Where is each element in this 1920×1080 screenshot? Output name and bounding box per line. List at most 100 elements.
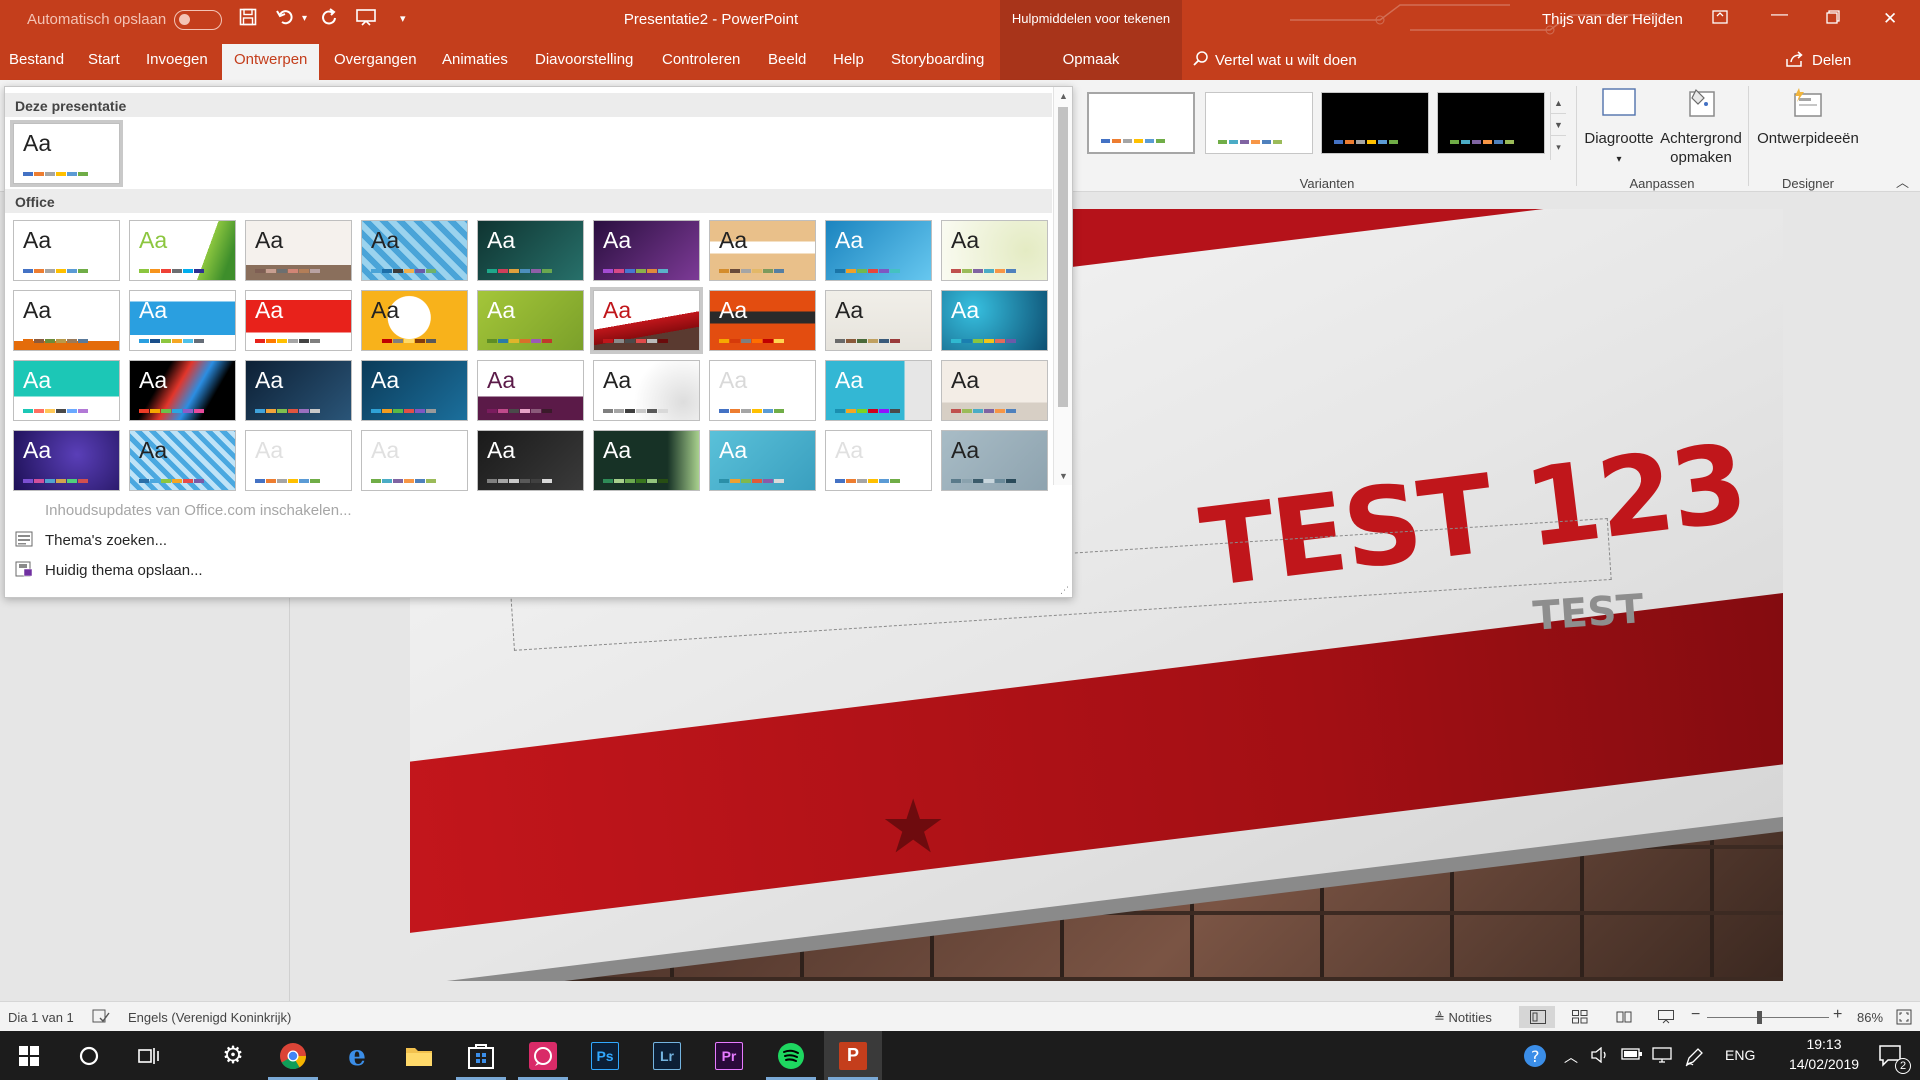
task-view-button[interactable] (120, 1031, 178, 1080)
zoom-level[interactable]: 86% (1857, 1010, 1883, 1025)
variants-gallery-scroll[interactable]: ▲ ▼ ▾ (1550, 92, 1566, 160)
slideshow-view-icon[interactable] (1658, 1010, 1674, 1024)
close-icon[interactable]: ✕ (1883, 9, 1897, 29)
fit-to-window-icon[interactable] (1896, 1009, 1912, 1025)
theme-thumbnail[interactable]: Aa (709, 290, 816, 351)
taskbar-app-explorer[interactable] (390, 1031, 448, 1080)
notes-button[interactable]: ≜ Notities (1434, 1010, 1492, 1026)
theme-thumbnail[interactable]: Aa (477, 220, 584, 281)
theme-current[interactable]: Aa (10, 120, 123, 187)
share-button[interactable]: Delen (1786, 51, 1851, 69)
show-hidden-icons-icon[interactable]: ︿ (1564, 1047, 1578, 1067)
tab-invoegen[interactable]: Invoegen (146, 51, 208, 68)
theme-thumbnail[interactable]: Aa (477, 290, 584, 351)
menu-browse-themes[interactable]: Thema's zoeken... (45, 532, 167, 549)
theme-thumbnail[interactable]: Aa (825, 290, 932, 351)
theme-thumbnail[interactable]: Aa (129, 220, 236, 281)
language-indicator[interactable]: Engels (Verenigd Koninkrijk) (128, 1010, 291, 1025)
theme-thumbnail[interactable]: Aa (593, 220, 700, 281)
theme-thumbnail[interactable]: Aa (361, 360, 468, 421)
theme-thumbnail[interactable]: Aa (941, 220, 1048, 281)
zoom-slider-track[interactable] (1707, 1017, 1829, 1018)
scroll-up-icon[interactable]: ▲ (1054, 87, 1073, 105)
theme-thumbnail[interactable]: Aa (13, 220, 120, 281)
scroll-thumb[interactable] (1058, 107, 1068, 407)
tab-help[interactable]: Help (833, 51, 864, 68)
menu-save-theme[interactable]: Huidig thema opslaan... (45, 562, 203, 579)
zoom-in-icon[interactable]: + (1833, 1006, 1842, 1024)
tab-ontwerpen[interactable]: Ontwerpen (222, 44, 320, 80)
theme-thumbnail[interactable]: Aa (477, 430, 584, 491)
input-language[interactable]: ENG (1725, 1047, 1755, 1063)
theme-thumbnail[interactable]: Aa (13, 290, 120, 351)
start-button[interactable] (0, 1031, 58, 1080)
theme-thumbnail[interactable]: Aa (593, 360, 700, 421)
theme-thumbnail[interactable]: Aa (245, 430, 352, 491)
tab-controleren[interactable]: Controleren (662, 51, 740, 68)
theme-thumbnail[interactable]: Aa (13, 360, 120, 421)
theme-thumbnail[interactable]: Aa (245, 220, 352, 281)
theme-thumbnail[interactable]: Aa (825, 360, 932, 421)
restore-icon[interactable] (1826, 9, 1840, 29)
taskbar-app-store[interactable] (452, 1031, 510, 1080)
tell-me-search[interactable]: Vertel wat u wilt doen (1193, 51, 1357, 69)
pen-icon[interactable] (1684, 1047, 1704, 1070)
theme-thumbnail[interactable]: Aa (709, 430, 816, 491)
taskbar-app-premiere[interactable]: Pr (700, 1031, 758, 1080)
taskbar-app-whatsapp[interactable] (514, 1031, 572, 1080)
taskbar-app-powerpoint[interactable]: P (824, 1031, 882, 1080)
search-button[interactable] (60, 1031, 118, 1080)
zoom-out-icon[interactable]: − (1691, 1006, 1700, 1024)
theme-thumbnail[interactable]: Aa (245, 290, 352, 351)
zoom-slider-knob[interactable] (1757, 1011, 1762, 1024)
theme-thumbnail[interactable]: Aa (825, 430, 932, 491)
theme-thumbnail[interactable]: Aa (13, 430, 120, 491)
themes-gallery-dropdown[interactable]: Deze presentatie Aa Office Aa Aa Aa Aa Aa Aa A… (4, 86, 1073, 598)
ribbon-display-options-icon[interactable] (1712, 9, 1728, 29)
chevron-down-icon[interactable]: ▼ (1551, 114, 1566, 136)
design-ideas-button[interactable]: Ontwerpideeën (1754, 86, 1862, 148)
theme-thumbnail[interactable]: Aa (361, 430, 468, 491)
tab-diavoorstelling[interactable]: Diavoorstelling (535, 51, 633, 68)
network-icon[interactable] (1652, 1047, 1672, 1066)
reading-view-icon[interactable] (1616, 1010, 1632, 1024)
theme-thumbnail[interactable]: Aa (361, 290, 468, 351)
tab-overgangen[interactable]: Overgangen (334, 51, 417, 68)
theme-thumbnail[interactable]: Aa (941, 290, 1048, 351)
tab-bestand[interactable]: Bestand (9, 51, 64, 68)
variant-2[interactable] (1205, 92, 1313, 154)
theme-thumbnail[interactable]: Aa (590, 287, 703, 354)
collapse-ribbon-icon[interactable]: ︿ (1896, 172, 1909, 191)
theme-thumbnail[interactable]: Aa (593, 430, 700, 491)
settings-button[interactable]: ⚙ (204, 1031, 262, 1080)
theme-thumbnail[interactable]: Aa (361, 220, 468, 281)
tab-start[interactable]: Start (88, 51, 120, 68)
theme-thumbnail[interactable]: Aa (709, 360, 816, 421)
chevron-up-icon[interactable]: ▲ (1551, 92, 1566, 114)
theme-thumbnail[interactable]: Aa (129, 290, 236, 351)
slide-subtitle[interactable]: TEST (1532, 586, 1646, 640)
taskbar-app-edge[interactable]: e (328, 1031, 386, 1080)
slide-size-button[interactable]: Diagrootte ▾ (1580, 86, 1658, 169)
scroll-down-icon[interactable]: ▼ (1054, 467, 1073, 485)
theme-thumbnail[interactable]: Aa (941, 430, 1048, 491)
minimize-icon[interactable]: — (1771, 4, 1788, 24)
tab-beeld[interactable]: Beeld (768, 51, 806, 68)
clock-time[interactable]: 19:13 (1789, 1036, 1859, 1052)
tab-storyboarding[interactable]: Storyboarding (891, 51, 984, 68)
taskbar-app-lightroom[interactable]: Lr (638, 1031, 696, 1080)
theme-thumbnail[interactable]: Aa (245, 360, 352, 421)
battery-icon[interactable] (1621, 1047, 1643, 1064)
more-variants-icon[interactable]: ▾ (1551, 136, 1566, 158)
tab-animaties[interactable]: Animaties (442, 51, 508, 68)
volume-icon[interactable] (1591, 1046, 1609, 1066)
themes-scrollbar[interactable]: ▲ ▼ (1053, 87, 1072, 485)
clock-date[interactable]: 14/02/2019 (1770, 1056, 1878, 1072)
format-background-button[interactable]: Achtergrond opmaken (1658, 86, 1744, 167)
taskbar-app-spotify[interactable] (762, 1031, 820, 1080)
theme-thumbnail[interactable]: Aa (129, 360, 236, 421)
theme-thumbnail[interactable]: Aa (941, 360, 1048, 421)
slide-sorter-icon[interactable] (1572, 1010, 1588, 1024)
theme-thumbnail[interactable]: Aa (825, 220, 932, 281)
theme-thumbnail[interactable]: Aa (477, 360, 584, 421)
